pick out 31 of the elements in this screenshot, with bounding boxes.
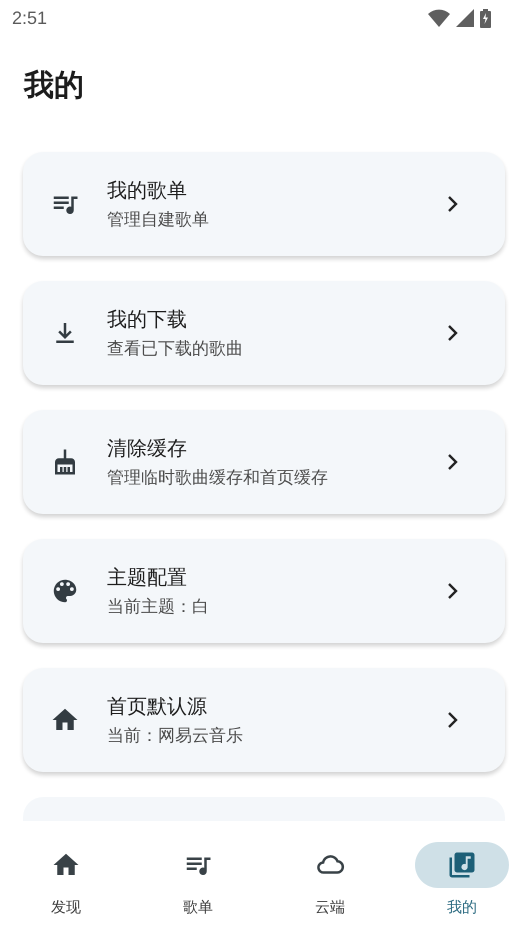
- menu-card[interactable]: 我的下载 查看已下载的歌曲: [23, 281, 505, 385]
- menu-subtitle: 当前：网易云音乐: [107, 725, 244, 747]
- menu-title: 我的歌单: [107, 177, 188, 204]
- nav-label[interactable]: 发现: [51, 898, 81, 917]
- battery-icon: [480, 8, 491, 28]
- wifi-icon: [428, 9, 450, 27]
- menu-card[interactable]: 首页默认源 当前：网易云音乐: [23, 668, 505, 772]
- menu-subtitle: 当前主题：白: [107, 596, 210, 618]
- menu-card[interactable]: 清除缓存 管理临时歌曲缓存和首页缓存: [23, 410, 505, 514]
- menu-title: 我的下载: [107, 306, 188, 333]
- page-title: 我的: [24, 67, 85, 105]
- menu-subtitle: 管理自建歌单: [107, 209, 210, 231]
- nav-label[interactable]: 我的: [447, 898, 477, 917]
- chevron-right-icon: [447, 711, 459, 729]
- signal-icon: [456, 9, 474, 27]
- chevron-right-icon: [447, 582, 459, 600]
- nav-music-library-icon: [447, 850, 477, 880]
- menu-subtitle: 管理临时歌曲缓存和首页缓存: [107, 467, 329, 489]
- menu-title: 主题配置: [107, 564, 188, 591]
- chevron-right-icon: [447, 453, 459, 471]
- status-time: 2:51: [12, 8, 48, 28]
- menu-title: 清除缓存: [107, 435, 188, 462]
- chevron-right-icon: [447, 195, 459, 213]
- menu-card[interactable]: 我的歌单 管理自建歌单: [23, 152, 505, 256]
- menu-title: 首页默认源: [107, 693, 208, 720]
- nav-label[interactable]: 歌单: [183, 898, 213, 917]
- nav-label[interactable]: 云端: [315, 898, 345, 917]
- menu-subtitle: 查看已下载的歌曲: [107, 338, 244, 360]
- menu-card[interactable]: 主题配置 当前主题：白: [23, 539, 505, 643]
- chevron-right-icon: [447, 324, 459, 342]
- nav-tab[interactable]: [415, 842, 509, 888]
